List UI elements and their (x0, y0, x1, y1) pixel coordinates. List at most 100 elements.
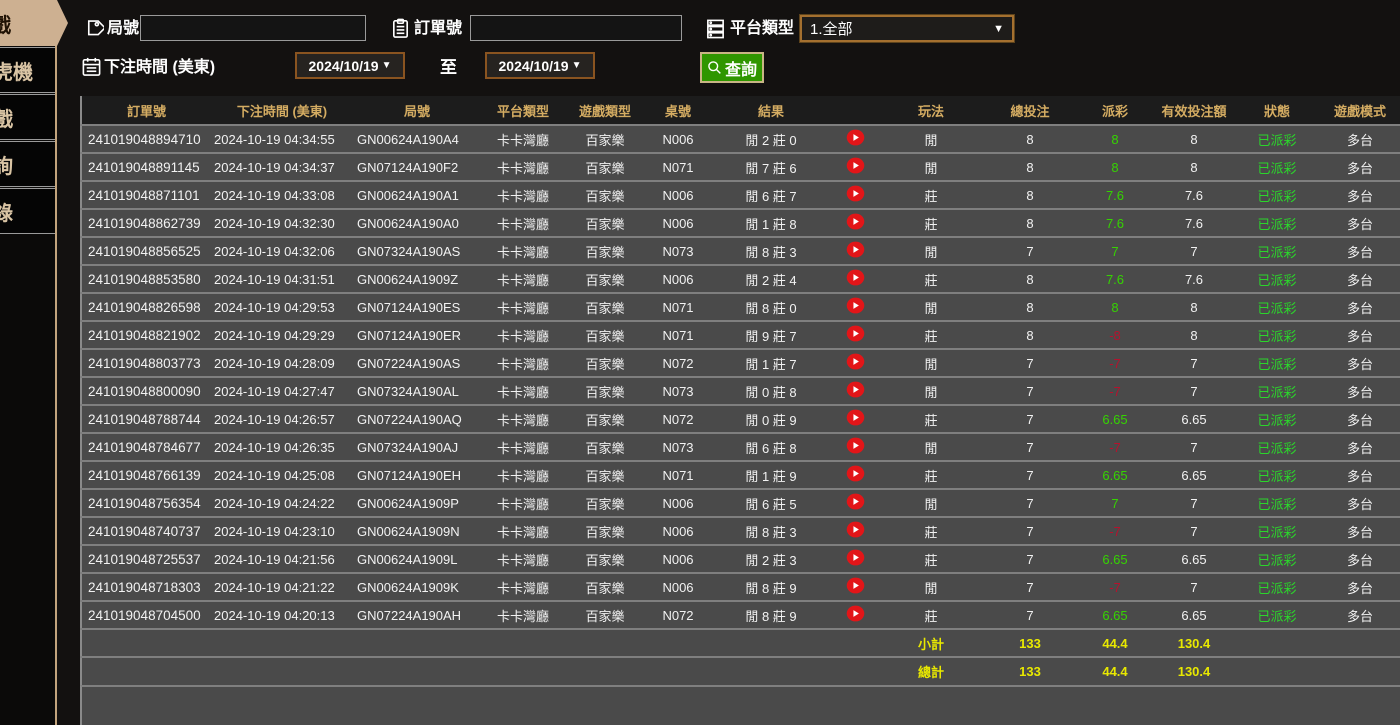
replay-play-icon[interactable] (846, 549, 865, 566)
sidebar-tab-5[interactable]: 錄 (0, 188, 55, 234)
cell-total-bet: 7 (983, 600, 1077, 629)
cell-order-no: 241019048826598 (81, 292, 211, 321)
cell-order-no: 241019048766139 (81, 460, 211, 489)
sidebar-tab-label: 詢 (0, 150, 13, 179)
replay-play-icon[interactable] (846, 465, 865, 482)
replay-play-icon[interactable] (846, 213, 865, 230)
total-row: 總計 133 44.4 130.4 (81, 656, 1400, 685)
replay-play-icon[interactable] (846, 605, 865, 622)
cell-game-mode: 多台 (1319, 376, 1400, 405)
table-row[interactable]: 241019048704500 2024-10-19 04:20:13 GN0722… (81, 600, 1400, 629)
cell-table-no: N006 (645, 516, 711, 545)
sidebar-tab-4[interactable]: 詢 (0, 141, 55, 187)
cell-game-type: 百家樂 (565, 432, 645, 461)
table-row[interactable]: 241019048718303 2024-10-19 04:21:22 GN0062… (81, 572, 1400, 601)
replay-play-icon[interactable] (846, 129, 865, 146)
cell-game-type: 百家樂 (565, 376, 645, 405)
cell-status: 已派彩 (1235, 348, 1319, 377)
replay-play-icon[interactable] (846, 325, 865, 342)
cell-payout: 8 (1077, 124, 1153, 153)
cell-replay (831, 404, 879, 433)
cell-bet-time: 2024-10-19 04:32:06 (211, 236, 353, 265)
sidebar-tab-1[interactable]: 戲 (0, 0, 68, 46)
cell-platform-type: 卡卡灣廳 (481, 404, 565, 433)
cell-game-type: 百家樂 (565, 292, 645, 321)
table-row[interactable]: 241019048784677 2024-10-19 04:26:35 GN0732… (81, 432, 1400, 461)
cell-status: 已派彩 (1235, 264, 1319, 293)
date-from-picker[interactable]: 2024/10/19 ▼ (295, 52, 405, 79)
cell-replay (831, 152, 879, 181)
cell-game-mode: 多台 (1319, 404, 1400, 433)
cell-replay (831, 264, 879, 293)
replay-play-icon[interactable] (846, 185, 865, 202)
sidebar-tab-2[interactable]: 虎機 (0, 47, 55, 93)
cell-payout: 7.6 (1077, 208, 1153, 237)
table-row[interactable]: 241019048766139 2024-10-19 04:25:08 GN0712… (81, 460, 1400, 489)
table-row[interactable]: 241019048756354 2024-10-19 04:24:22 GN0062… (81, 488, 1400, 517)
cell-order-no: 241019048871101 (81, 180, 211, 209)
sidebar-tab-3[interactable]: 戲 (0, 94, 55, 140)
cell-result: 閒 1 莊 9 (711, 460, 831, 489)
cell-table-no: N071 (645, 320, 711, 349)
tag-icon (87, 20, 104, 36)
table-row[interactable]: 241019048826598 2024-10-19 04:29:53 GN0712… (81, 292, 1400, 321)
table-row[interactable]: 241019048853580 2024-10-19 04:31:51 GN0062… (81, 264, 1400, 293)
replay-play-icon[interactable] (846, 297, 865, 314)
cell-game-type: 百家樂 (565, 264, 645, 293)
replay-play-icon[interactable] (846, 381, 865, 398)
replay-play-icon[interactable] (846, 157, 865, 174)
date-to-picker[interactable]: 2024/10/19 ▼ (485, 52, 595, 79)
cell-result: 閒 8 莊 9 (711, 572, 831, 601)
game-no-label: 局號 (107, 20, 140, 37)
table-row[interactable]: 241019048740737 2024-10-19 04:23:10 GN0062… (81, 516, 1400, 545)
replay-play-icon[interactable] (846, 241, 865, 258)
cell-valid-bet: 7 (1153, 348, 1235, 377)
cell-game-no: GN00624A1909Z (353, 264, 481, 293)
cell-platform-type: 卡卡灣廳 (481, 152, 565, 181)
cell-platform-type: 卡卡灣廳 (481, 516, 565, 545)
header-game-no: 局號 (353, 96, 481, 125)
calendar-icon (82, 57, 101, 76)
cell-payout: 7.6 (1077, 180, 1153, 209)
cell-table-no: N006 (645, 124, 711, 153)
table-row[interactable]: 241019048891145 2024-10-19 04:34:37 GN0712… (81, 152, 1400, 181)
cell-table-no: N006 (645, 572, 711, 601)
cell-platform-type: 卡卡灣廳 (481, 180, 565, 209)
cell-payout: 7.6 (1077, 264, 1153, 293)
table-row[interactable]: 241019048800090 2024-10-19 04:27:47 GN0732… (81, 376, 1400, 405)
cell-play-method: 莊 (879, 544, 983, 573)
cell-game-mode: 多台 (1319, 124, 1400, 153)
table-row[interactable]: 241019048803773 2024-10-19 04:28:09 GN0722… (81, 348, 1400, 377)
order-no-input[interactable] (470, 15, 682, 41)
table-row[interactable]: 241019048862739 2024-10-19 04:32:30 GN0062… (81, 208, 1400, 237)
cell-game-type: 百家樂 (565, 180, 645, 209)
cell-bet-time: 2024-10-19 04:21:56 (211, 544, 353, 573)
cell-bet-time: 2024-10-19 04:21:22 (211, 572, 353, 601)
cell-result: 閒 8 莊 0 (711, 292, 831, 321)
replay-play-icon[interactable] (846, 521, 865, 538)
table-row[interactable]: 241019048788744 2024-10-19 04:26:57 GN0722… (81, 404, 1400, 433)
total-label: 總計 (879, 656, 983, 685)
cell-payout: -7 (1077, 516, 1153, 545)
cell-status: 已派彩 (1235, 600, 1319, 629)
game-no-input[interactable] (140, 15, 366, 41)
replay-play-icon[interactable] (846, 493, 865, 510)
table-row[interactable]: 241019048725537 2024-10-19 04:21:56 GN0062… (81, 544, 1400, 573)
search-button[interactable]: 查詢 (700, 52, 764, 83)
platform-type-select[interactable]: 1.全部 ▼ (799, 14, 1015, 43)
replay-play-icon[interactable] (846, 353, 865, 370)
table-row[interactable]: 241019048821902 2024-10-19 04:29:29 GN0712… (81, 320, 1400, 349)
cell-valid-bet: 7 (1153, 488, 1235, 517)
cell-bet-time: 2024-10-19 04:29:29 (211, 320, 353, 349)
replay-play-icon[interactable] (846, 409, 865, 426)
replay-play-icon[interactable] (846, 577, 865, 594)
table-row[interactable]: 241019048894710 2024-10-19 04:34:55 GN0062… (81, 124, 1400, 153)
table-row[interactable]: 241019048871101 2024-10-19 04:33:08 GN0062… (81, 180, 1400, 209)
table-row[interactable]: 241019048856525 2024-10-19 04:32:06 GN0732… (81, 236, 1400, 265)
cell-valid-bet: 7 (1153, 236, 1235, 265)
cell-game-mode: 多台 (1319, 488, 1400, 517)
cell-result: 閒 6 莊 5 (711, 488, 831, 517)
cell-play-method: 莊 (879, 320, 983, 349)
replay-play-icon[interactable] (846, 269, 865, 286)
replay-play-icon[interactable] (846, 437, 865, 454)
